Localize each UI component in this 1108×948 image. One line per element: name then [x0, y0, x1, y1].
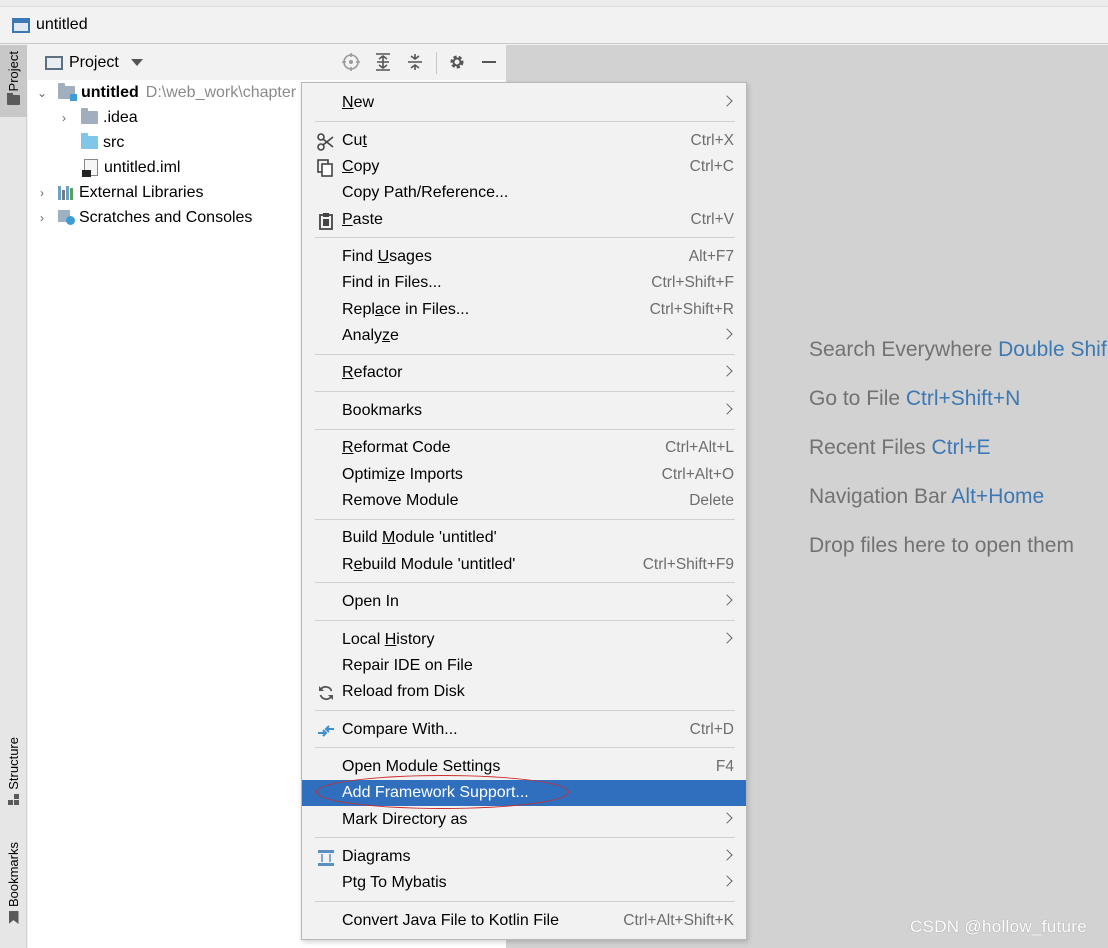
chevron-down-icon[interactable]: ⌄	[36, 86, 48, 100]
diagram-icon	[317, 849, 335, 867]
view-dropdown-icon[interactable]	[130, 59, 143, 66]
title-bar: untitled	[0, 7, 1108, 44]
menu-item-cut[interactable]: Cut Ctrl+X	[302, 128, 746, 154]
tree-item-libraries[interactable]: › External Libraries	[36, 180, 204, 205]
folder-icon	[7, 93, 20, 106]
menu-item-open-module-settings[interactable]: Open Module Settings F4	[302, 754, 746, 780]
window-title: untitled	[36, 16, 88, 33]
project-panel-header: Project	[28, 45, 506, 80]
scratches-icon	[58, 210, 75, 225]
iml-file-icon	[82, 159, 98, 177]
chevron-right-icon	[721, 812, 733, 824]
tab-bookmarks-label: Bookmarks	[6, 842, 21, 908]
context-menu: New Cut Ctrl+X Copy Ctrl+C Copy Path/Ref…	[301, 82, 747, 940]
source-folder-icon	[81, 133, 98, 149]
reload-icon	[317, 684, 335, 702]
project-panel-title: Project	[69, 53, 119, 71]
root-name: untitled	[81, 83, 139, 101]
menu-item-mark-directory[interactable]: Mark Directory as	[302, 807, 746, 833]
chevron-right-icon[interactable]: ›	[36, 211, 48, 225]
menu-item-reformat-code[interactable]: Reformat Code Ctrl+Alt+L	[302, 435, 746, 461]
tree-item-scratches[interactable]: › Scratches and Consoles	[36, 205, 252, 230]
hide-panel-icon[interactable]	[479, 52, 499, 72]
hint-go-to-file: Go to File Ctrl+Shift+N	[809, 387, 1021, 410]
menu-item-compare-with[interactable]: Compare With... Ctrl+D	[302, 717, 746, 743]
tree-item-iml[interactable]: untitled.iml	[82, 155, 181, 180]
hint-drop-files: Drop files here to open them	[809, 534, 1074, 557]
bookmark-icon	[8, 911, 19, 925]
chevron-right-icon	[721, 403, 733, 415]
menu-item-diagrams[interactable]: Diagrams	[302, 844, 746, 870]
library-icon	[58, 185, 73, 200]
menu-item-add-framework-support[interactable]: Add Framework Support...	[302, 775, 746, 809]
menu-item-local-history[interactable]: Local History	[302, 627, 746, 653]
tab-project-label: Project	[6, 51, 21, 92]
tab-structure[interactable]: Structure	[0, 737, 27, 822]
watermark: CSDN @hollow_future	[910, 917, 1087, 936]
locate-icon[interactable]	[341, 52, 361, 72]
menu-item-remove-module[interactable]: Remove Module Delete	[302, 488, 746, 514]
chevron-right-icon	[721, 875, 733, 887]
chevron-right-icon[interactable]: ›	[58, 111, 70, 125]
tree-item-idea[interactable]: › .idea	[58, 105, 138, 130]
chevron-right-icon	[721, 95, 733, 107]
structure-icon	[7, 793, 20, 806]
chevron-right-icon	[721, 328, 733, 340]
module-folder-icon	[58, 83, 77, 101]
menu-item-copy[interactable]: Copy Ctrl+C	[302, 154, 746, 180]
expand-all-icon[interactable]	[373, 52, 393, 72]
menu-item-reload-from-disk[interactable]: Reload from Disk	[302, 679, 746, 705]
compare-arrows-icon	[317, 722, 335, 740]
menu-item-copy-path[interactable]: Copy Path/Reference...	[302, 180, 746, 206]
tree-label-src: src	[103, 133, 125, 151]
copy-icon	[317, 159, 335, 177]
left-tool-strip: Project Structure Bookmarks	[0, 45, 27, 948]
menu-item-build-module[interactable]: Build Module 'untitled'	[302, 525, 746, 551]
tree-label-iml: untitled.iml	[104, 158, 181, 176]
gear-icon[interactable]	[447, 52, 467, 72]
menu-item-refactor[interactable]: Refactor	[302, 360, 746, 386]
tab-project[interactable]: Project	[0, 45, 27, 117]
menu-item-replace-in-files[interactable]: Replace in Files... Ctrl+Shift+R	[302, 297, 746, 323]
chevron-right-icon	[721, 365, 733, 377]
tree-label-idea: .idea	[103, 108, 138, 126]
menu-item-paste[interactable]: Paste Ctrl+V	[302, 207, 746, 233]
menu-item-bookmarks[interactable]: Bookmarks	[302, 398, 746, 424]
menu-item-new[interactable]: New	[302, 90, 746, 116]
tree-label-libraries: External Libraries	[79, 183, 204, 201]
menu-item-find-usages[interactable]: Find Usages Alt+F7	[302, 244, 746, 270]
root-path: D:\web_work\chapter	[145, 83, 297, 101]
menu-item-repair-ide[interactable]: Repair IDE on File	[302, 653, 746, 679]
clipboard-icon	[317, 212, 335, 230]
hint-search-everywhere: Search Everywhere Double Shif	[809, 338, 1107, 361]
tree-item-src[interactable]: src	[81, 130, 124, 155]
menu-item-ptg-to-mybatis[interactable]: Ptg To Mybatis	[302, 870, 746, 896]
menu-item-analyze[interactable]: Analyze	[302, 323, 746, 349]
menu-item-open-in[interactable]: Open In	[302, 589, 746, 615]
folder-icon	[81, 108, 98, 124]
chevron-right-icon	[721, 632, 733, 644]
chevron-right-icon[interactable]: ›	[36, 186, 48, 200]
header-divider	[436, 52, 437, 74]
menu-item-optimize-imports[interactable]: Optimize Imports Ctrl+Alt+O	[302, 462, 746, 488]
hint-recent-files: Recent Files Ctrl+E	[809, 436, 991, 459]
collapse-all-icon[interactable]	[405, 52, 425, 72]
project-view-icon	[45, 55, 63, 70]
chevron-right-icon	[721, 849, 733, 861]
tab-structure-label: Structure	[6, 737, 21, 790]
scissors-icon	[317, 133, 335, 151]
menu-item-find-in-files[interactable]: Find in Files... Ctrl+Shift+F	[302, 270, 746, 296]
window-icon	[12, 17, 30, 33]
hint-navigation-bar: Navigation Bar Alt+Home	[809, 485, 1045, 508]
tab-bookmarks[interactable]: Bookmarks	[0, 842, 27, 937]
tree-label-scratches: Scratches and Consoles	[79, 208, 253, 226]
menu-item-rebuild-module[interactable]: Rebuild Module 'untitled' Ctrl+Shift+F9	[302, 552, 746, 578]
tree-item-root[interactable]: ⌄ untitled D:\web_work\chapter	[36, 80, 296, 105]
top-strip	[0, 0, 1108, 7]
menu-item-convert-to-kotlin[interactable]: Convert Java File to Kotlin File Ctrl+Al…	[302, 908, 746, 934]
chevron-right-icon	[721, 594, 733, 606]
